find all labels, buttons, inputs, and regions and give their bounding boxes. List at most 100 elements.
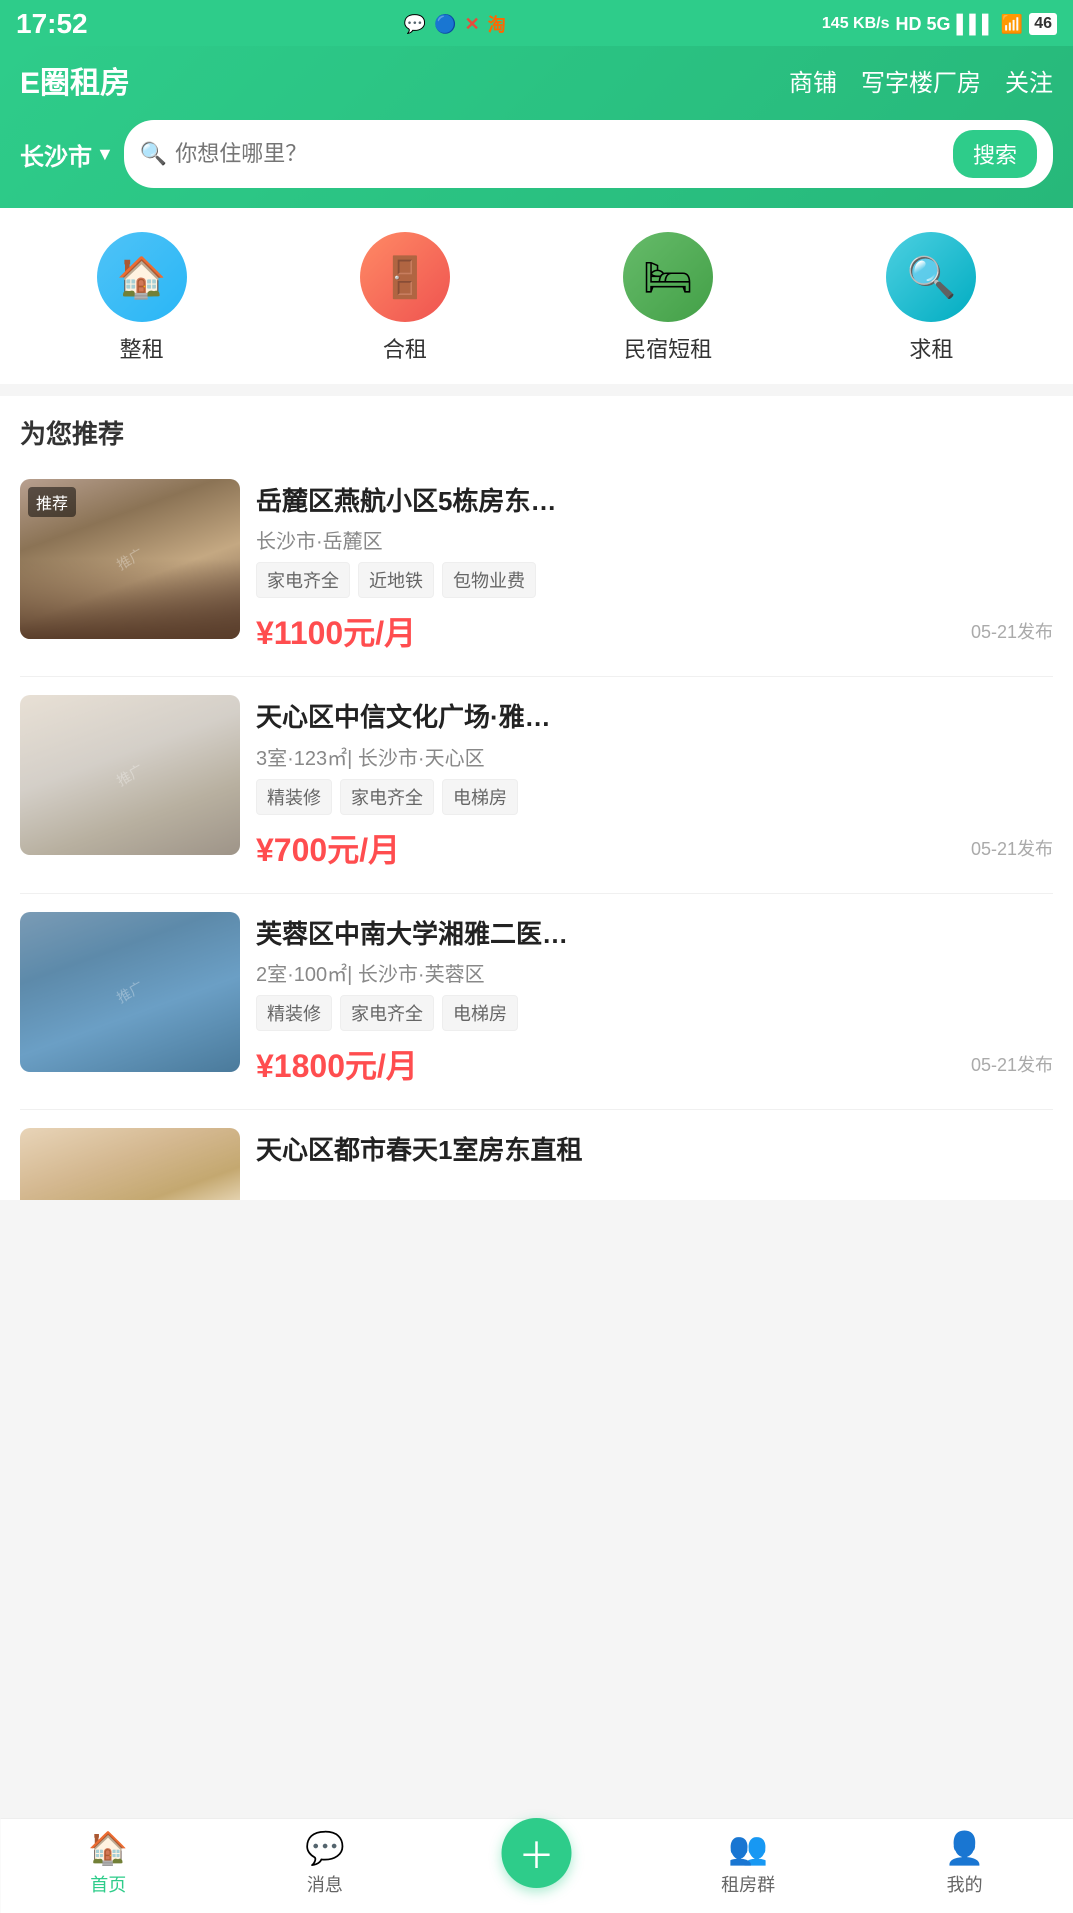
listing-title-2: 天心区中信文化广场·雅… [256, 699, 1053, 735]
city-dropdown-arrow: ▼ [96, 144, 114, 165]
listing-info-4: 天心区都市春天1室房东直租 [256, 1128, 1053, 1182]
city-name: 长沙市 [20, 137, 92, 172]
listing-location-2: 3室·123㎡| 长沙市·天心区 [256, 742, 1053, 771]
listing-card-3[interactable]: 推广 芙蓉区中南大学湘雅二医… 2室·100㎡| 长沙市·芙蓉区 精装修 家电齐… [20, 894, 1053, 1110]
category-seek-rent[interactable]: 🔍 求租 [886, 232, 976, 364]
listing-location-3: 2室·100㎡| 长沙市·芙蓉区 [256, 958, 1053, 987]
network-type: HD 5G [896, 14, 951, 35]
battery-indicator: 46 [1029, 13, 1057, 35]
short-rent-icon: 🛏 [623, 232, 713, 322]
tag-appliances-3: 家电齐全 [340, 995, 434, 1031]
listing-card-4[interactable]: 天心区都市春天1室房东直租 [20, 1110, 1053, 1200]
search-input-wrap: 🔍 搜索 [124, 120, 1053, 188]
listing-date-2: 05-21发布 [971, 835, 1053, 861]
message-icon: 💬 [305, 1829, 345, 1867]
home-label: 首页 [90, 1871, 126, 1897]
listing-title-1: 岳麓区燕航小区5栋房东… [256, 483, 1053, 519]
header-top: E圈租房 商铺 写字楼厂房 关注 [20, 58, 1053, 102]
nav-message[interactable]: 💬 消息 [285, 1829, 365, 1897]
whole-rent-label: 整租 [120, 332, 164, 364]
header: E圈租房 商铺 写字楼厂房 关注 长沙市 ▼ 🔍 搜索 [0, 46, 1073, 208]
listing-price-row-1: ¥1100元/月 05-21发布 [256, 608, 1053, 654]
alipay-icon: 🔵 [434, 14, 456, 35]
listing-price-2: ¥700元/月 [256, 825, 400, 871]
mine-label: 我的 [947, 1871, 983, 1897]
category-whole-rent[interactable]: 🏠 整租 [97, 232, 187, 364]
signal-bars: ▌▌▌ [957, 14, 995, 35]
listing-image-3: 推广 [20, 912, 240, 1072]
mail-icon: ✕ [465, 14, 480, 35]
search-input[interactable] [175, 141, 945, 167]
person-icon: 👤 [945, 1829, 985, 1867]
whole-rent-icon: 🏠 [97, 232, 187, 322]
tag-elevator-2: 电梯房 [442, 779, 518, 815]
nav-mine[interactable]: 👤 我的 [925, 1829, 1005, 1897]
listing-info-2: 天心区中信文化广场·雅… 3室·123㎡| 长沙市·天心区 精装修 家电齐全 电… [256, 695, 1053, 874]
category-short-rent[interactable]: 🛏 民宿短租 [623, 232, 713, 364]
listing-date-3: 05-21发布 [971, 1051, 1053, 1077]
listing-price-3: ¥1800元/月 [256, 1041, 418, 1087]
plus-icon: ＋ [518, 1827, 554, 1879]
recommend-title: 为您推荐 [20, 396, 1053, 461]
shared-rent-icon: 🚪 [360, 232, 450, 322]
listing-price-row-3: ¥1800元/月 05-21发布 [256, 1041, 1053, 1087]
listing-badge-1: 推荐 [28, 487, 76, 517]
wifi-icon: 📶 [1001, 14, 1023, 35]
nav-group[interactable]: 👥 租房群 [708, 1829, 788, 1897]
tag-decoration-3: 精装修 [256, 995, 332, 1031]
header-nav: 商铺 写字楼厂房 关注 [789, 63, 1053, 98]
listing-date-1: 05-21发布 [971, 618, 1053, 644]
listing-title-3: 芙蓉区中南大学湘雅二医… [256, 916, 1053, 952]
search-button[interactable]: 搜索 [953, 130, 1037, 178]
shared-rent-label: 合租 [383, 332, 427, 364]
listing-tags-1: 家电齐全 近地铁 包物业费 [256, 562, 1053, 598]
city-selector[interactable]: 长沙市 ▼ [20, 137, 114, 172]
listing-title-4: 天心区都市春天1室房东直租 [256, 1132, 1053, 1168]
group-label: 租房群 [721, 1871, 775, 1897]
seek-rent-label: 求租 [909, 332, 953, 364]
nav-home[interactable]: 🏠 首页 [68, 1829, 148, 1897]
status-right: 145 KB/s HD 5G ▌▌▌ 📶 46 [822, 13, 1057, 35]
nav-follow[interactable]: 关注 [1005, 63, 1053, 98]
listing-image-4 [20, 1128, 240, 1200]
category-shared-rent[interactable]: 🚪 合租 [360, 232, 450, 364]
group-icon: 👥 [728, 1829, 768, 1867]
search-magnifier-icon: 🔍 [140, 141, 167, 167]
nav-office[interactable]: 写字楼厂房 [861, 63, 981, 98]
listing-image-2: 推广 [20, 695, 240, 855]
listing-info-3: 芙蓉区中南大学湘雅二医… 2室·100㎡| 长沙市·芙蓉区 精装修 家电齐全 电… [256, 912, 1053, 1091]
watermark-1: 推广 [113, 543, 147, 574]
tag-property-1: 包物业费 [442, 562, 536, 598]
taobao-icon: 淘 [488, 11, 506, 37]
nav-store[interactable]: 商铺 [789, 63, 837, 98]
listing-tags-3: 精装修 家电齐全 电梯房 [256, 995, 1053, 1031]
tag-decoration-2: 精装修 [256, 779, 332, 815]
recommend-section: 为您推荐 推广 推荐 岳麓区燕航小区5栋房东… 长沙市·岳麓区 家电齐全 近地铁… [0, 396, 1073, 1200]
listing-price-row-2: ¥700元/月 05-21发布 [256, 825, 1053, 871]
status-bar: 17:52 💬 🔵 ✕ 淘 145 KB/s HD 5G ▌▌▌ 📶 46 [0, 0, 1073, 46]
listing-image-1: 推广 推荐 [20, 479, 240, 639]
status-time: 17:52 [16, 8, 88, 40]
listing-card-2[interactable]: 推广 天心区中信文化广场·雅… 3室·123㎡| 长沙市·天心区 精装修 家电齐… [20, 677, 1053, 893]
tag-appliances-2: 家电齐全 [340, 779, 434, 815]
watermark-3: 推广 [113, 976, 147, 1007]
bottom-nav: 🏠 首页 💬 消息 ＋ 👥 租房群 👤 我的 [0, 1818, 1073, 1913]
network-speed: 145 KB/s [822, 15, 890, 33]
listing-card-1[interactable]: 推广 推荐 岳麓区燕航小区5栋房东… 长沙市·岳麓区 家电齐全 近地铁 包物业费… [20, 461, 1053, 677]
tag-subway-1: 近地铁 [358, 562, 434, 598]
tag-appliances-1: 家电齐全 [256, 562, 350, 598]
home-icon: 🏠 [88, 1829, 128, 1867]
status-app-icons: 💬 🔵 ✕ 淘 [404, 11, 506, 37]
listing-price-1: ¥1100元/月 [256, 608, 416, 654]
nav-publish[interactable]: ＋ [501, 1818, 571, 1888]
short-rent-label: 民宿短租 [624, 332, 712, 364]
search-bar: 长沙市 ▼ 🔍 搜索 [20, 120, 1053, 188]
listing-tags-2: 精装修 家电齐全 电梯房 [256, 779, 1053, 815]
watermark-2: 推广 [113, 760, 147, 791]
chat-icon: 💬 [404, 14, 426, 35]
seek-rent-icon: 🔍 [886, 232, 976, 322]
listing-location-1: 长沙市·岳麓区 [256, 525, 1053, 554]
app-name-text: E圈租房 [20, 58, 130, 102]
message-label: 消息 [307, 1871, 343, 1897]
tag-elevator-3: 电梯房 [442, 995, 518, 1031]
